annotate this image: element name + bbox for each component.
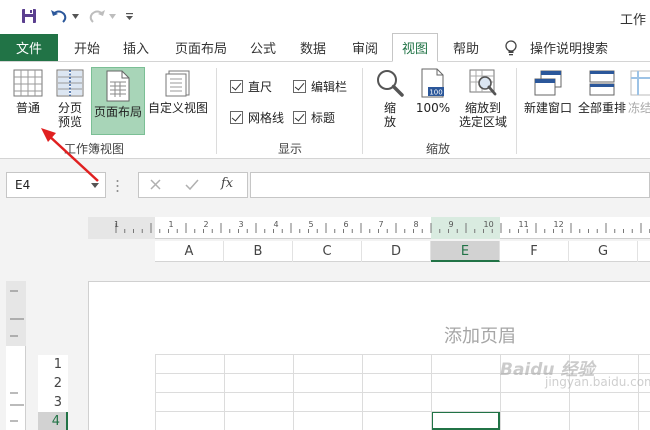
watermark-url: jingyan.baidu.com: [545, 375, 650, 389]
